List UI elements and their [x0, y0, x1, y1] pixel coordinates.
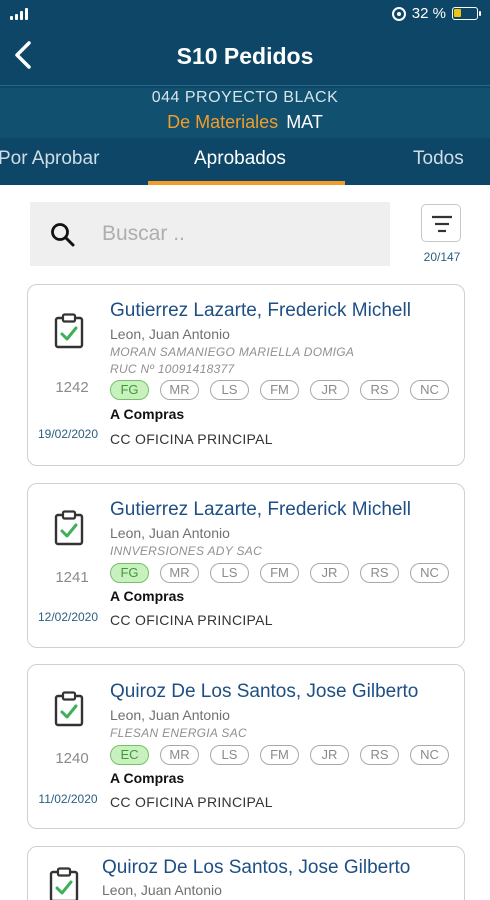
- approval-chip: EC: [110, 745, 149, 765]
- cost-center: CC OFICINA PRINCIPAL: [110, 612, 273, 628]
- approval-chips: FG MR LS FM JR RS NC: [110, 563, 449, 583]
- project-subheader: 044 PROYECTO BLACK De Materiales MAT: [0, 88, 490, 138]
- requester-name: Leon, Juan Antonio: [102, 882, 222, 898]
- order-card[interactable]: 1240 11/02/2020 Quiroz De Los Santos, Jo…: [27, 664, 465, 829]
- rotation-lock-icon: [391, 6, 406, 21]
- approval-chip: LS: [210, 563, 249, 583]
- clipboard-check-icon: [54, 313, 84, 349]
- search-placeholder: Buscar ..: [102, 222, 185, 245]
- app-header: S10 Pedidos 044 PROYECTO BLACK De Materi…: [0, 30, 490, 185]
- approver-name: Gutierrez Lazarte, Frederick Michell: [110, 499, 411, 520]
- tab-todos[interactable]: Todos: [413, 148, 464, 170]
- requester-name: Leon, Juan Antonio: [110, 326, 230, 342]
- order-card[interactable]: Quiroz De Los Santos, Jose Gilberto Leon…: [27, 846, 465, 900]
- status-bar: 32 %: [0, 0, 490, 30]
- status-indicators: 32 %: [391, 5, 481, 22]
- approver-name: Quiroz De Los Santos, Jose Gilberto: [110, 681, 419, 702]
- materials-code: MAT: [286, 112, 323, 132]
- filter-icon: [432, 215, 452, 233]
- approver-name: Quiroz De Los Santos, Jose Gilberto: [102, 857, 411, 878]
- approver-name: Gutierrez Lazarte, Frederick Michell: [110, 300, 411, 321]
- approval-chip: RS: [360, 380, 399, 400]
- approval-chip: NC: [410, 563, 449, 583]
- order-code: 1242: [55, 379, 89, 396]
- order-stage: A Compras: [110, 770, 185, 786]
- approval-chip: JR: [310, 745, 349, 765]
- order-card[interactable]: 1241 12/02/2020 Gutierrez Lazarte, Frede…: [27, 483, 465, 648]
- materials-label: De Materiales: [167, 112, 279, 132]
- approval-chip: MR: [160, 745, 199, 765]
- project-name: 044 PROYECTO BLACK: [151, 89, 339, 106]
- approval-chip: FM: [260, 745, 299, 765]
- approval-chip: NC: [410, 745, 449, 765]
- provider-name: INNVERSIONES ADY SAC: [110, 544, 263, 558]
- provider-name: FLESAN ENERGIA SAC: [110, 726, 247, 740]
- approval-chip: FG: [110, 380, 149, 400]
- order-date: 12/02/2020: [37, 610, 99, 624]
- order-code: 1241: [55, 569, 89, 586]
- page-title: S10 Pedidos: [176, 43, 314, 69]
- approval-chip: FM: [260, 563, 299, 583]
- approval-chip: LS: [210, 380, 249, 400]
- order-date: 11/02/2020: [38, 792, 98, 806]
- clipboard-check-icon: [54, 691, 84, 727]
- approval-chip: MR: [160, 380, 199, 400]
- clipboard-check-icon: [54, 510, 84, 546]
- approval-chips: EC MR LS FM JR RS NC: [110, 745, 449, 765]
- cost-center: CC OFICINA PRINCIPAL: [110, 794, 273, 810]
- tab-por-aprobar[interactable]: Por Aprobar: [0, 148, 99, 170]
- header-divider: [0, 85, 490, 86]
- cost-center: CC OFICINA PRINCIPAL: [110, 431, 273, 447]
- clipboard-check-icon: [49, 867, 79, 900]
- order-date: 19/02/2020: [37, 427, 99, 441]
- provider-name: MORAN SAMANIEGO MARIELLA DOMIGA: [110, 345, 355, 359]
- requester-name: Leon, Juan Antonio: [110, 525, 230, 541]
- approval-chip: JR: [310, 563, 349, 583]
- approval-chip: FM: [260, 380, 299, 400]
- order-stage: A Compras: [110, 588, 185, 604]
- search-input[interactable]: Buscar ..: [30, 202, 390, 266]
- search-icon: [51, 223, 75, 247]
- order-card[interactable]: 1242 19/02/2020 Gutierrez Lazarte, Frede…: [27, 284, 465, 466]
- approval-chip: LS: [210, 745, 249, 765]
- approval-chip: NC: [410, 380, 449, 400]
- approval-chip: RS: [360, 745, 399, 765]
- requester-name: Leon, Juan Antonio: [110, 707, 230, 723]
- approval-chip: MR: [160, 563, 199, 583]
- result-count: 20/147: [423, 250, 461, 264]
- materials-line: De Materiales MAT: [0, 112, 490, 133]
- active-tab-indicator: [148, 181, 345, 185]
- approval-chip: FG: [110, 563, 149, 583]
- battery-percentage: 32 %: [411, 5, 446, 22]
- approval-chip: RS: [360, 563, 399, 583]
- tab-aprobados[interactable]: Aprobados: [194, 148, 286, 170]
- approval-chips: FG MR LS FM JR RS NC: [110, 380, 449, 400]
- order-code: 1240: [55, 750, 89, 767]
- battery-icon: [452, 7, 481, 20]
- signal-icon: [10, 8, 28, 20]
- provider-ruc: RUC Nº 10091418377: [110, 362, 235, 376]
- filter-button[interactable]: [421, 204, 461, 242]
- order-stage: A Compras: [110, 406, 185, 422]
- approval-chip: JR: [310, 380, 349, 400]
